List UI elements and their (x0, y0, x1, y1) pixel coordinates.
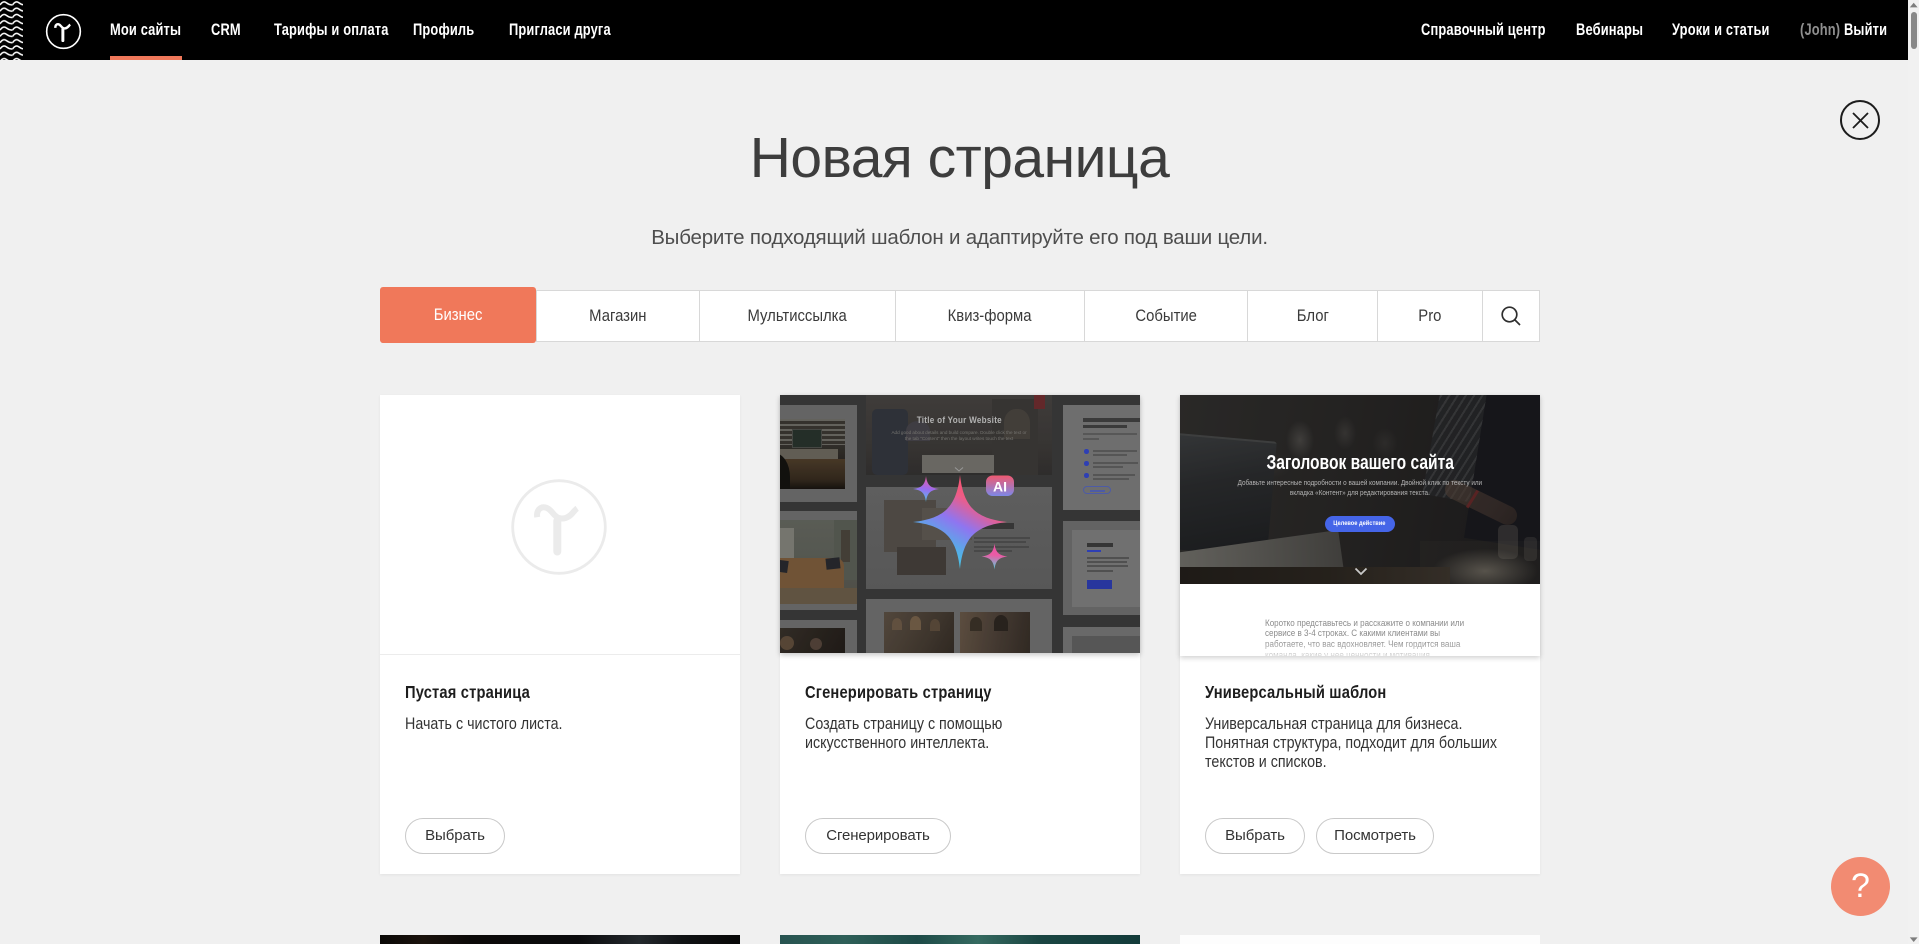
svg-text:AI: AI (993, 479, 1007, 495)
